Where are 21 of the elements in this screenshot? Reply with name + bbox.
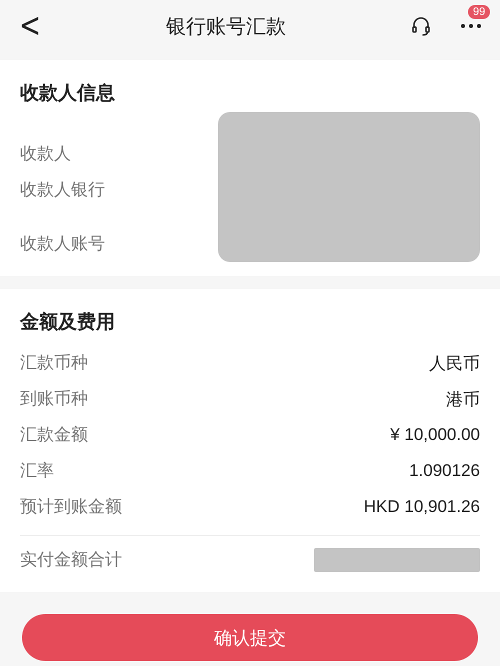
- headset-icon[interactable]: [410, 15, 432, 37]
- back-button[interactable]: <: [18, 6, 42, 46]
- notification-badge: 99: [468, 5, 490, 19]
- field-value: ¥ 10,000.00: [390, 425, 480, 445]
- field-value: HKD 10,901.26: [364, 497, 480, 517]
- field-label: 预计到账金额: [20, 496, 122, 518]
- field-label: 汇率: [20, 460, 54, 482]
- field-label: 到账币种: [20, 388, 88, 410]
- field-value: 人民币: [429, 352, 480, 374]
- field-label: 实付金额合计: [20, 549, 122, 571]
- field-value: 1.090126: [409, 461, 480, 481]
- field-label: 收款人账号: [20, 233, 105, 255]
- field-label: 汇款金额: [20, 424, 88, 446]
- section-heading: 收款人信息: [20, 82, 116, 106]
- field-label: 收款人银行: [20, 179, 105, 201]
- submit-button[interactable]: 确认提交: [22, 614, 478, 661]
- field-value: 港币: [446, 388, 480, 410]
- field-label: 收款人: [20, 143, 72, 165]
- page-title: 银行账号汇款: [165, 14, 287, 40]
- field-label: 汇款币种: [20, 352, 88, 374]
- section-heading: 金额及费用: [20, 310, 116, 335]
